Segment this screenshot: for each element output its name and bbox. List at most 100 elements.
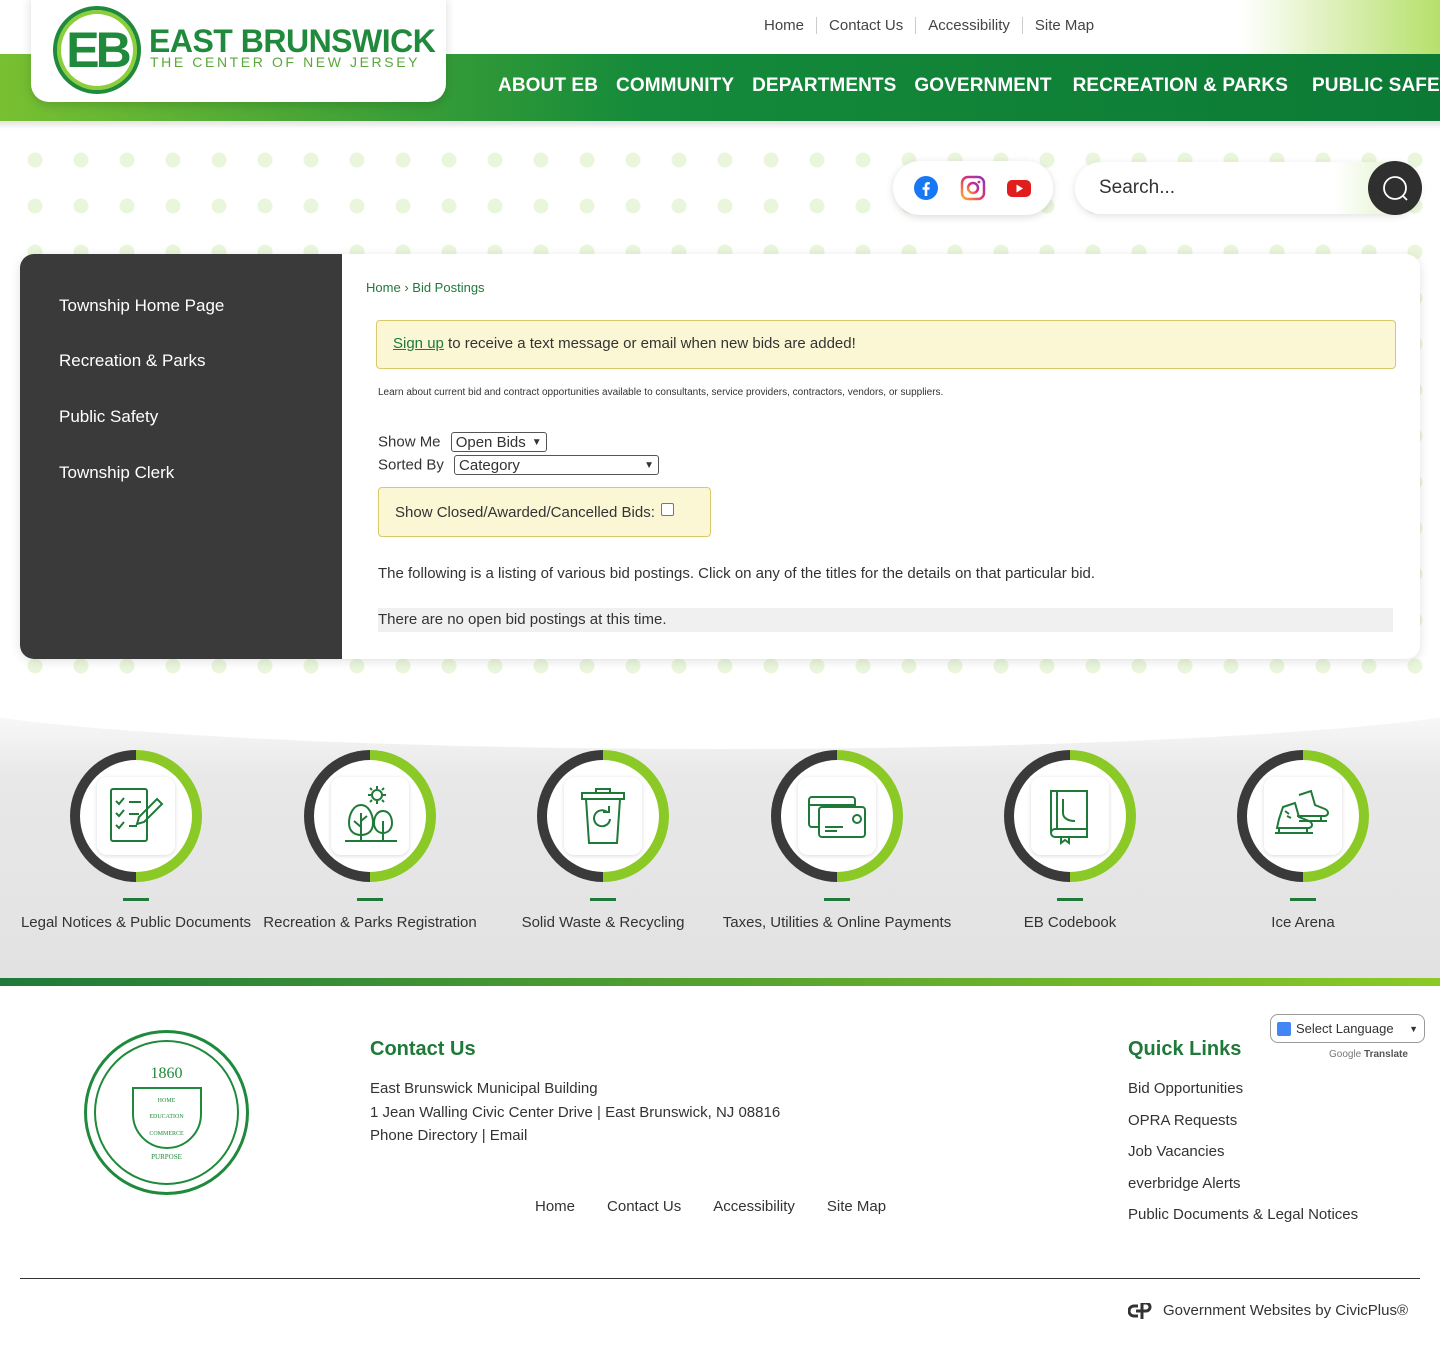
civicplus-text: Government Websites by CivicPlus® <box>1163 1302 1409 1319</box>
closed-bids-filter: Show Closed/Awarded/Cancelled Bids: <box>378 487 711 537</box>
book-icon <box>1050 790 1088 845</box>
ice-skates-icon <box>1275 789 1329 834</box>
footer-nav-sitemap[interactable]: Site Map <box>827 1198 886 1215</box>
sorted-by-label: Sorted By <box>378 456 444 474</box>
nav-community[interactable]: COMMUNITY <box>607 75 743 97</box>
civicplus-credit[interactable]: Government Websites by CivicPlus® <box>1128 1302 1408 1319</box>
footer-nav: Home Contact Us Accessibility Site Map <box>535 1198 918 1215</box>
footer-quick-links: Quick Links Bid Opportunities OPRA Reque… <box>1128 1038 1358 1231</box>
footer-phone-email[interactable]: Phone Directory | Email <box>370 1124 780 1148</box>
quick-icon-label: Recreation & Parks Registration <box>263 914 477 931</box>
listing-description: The following is a listing of various bi… <box>378 565 1096 582</box>
sidebar-item-public-safety[interactable]: Public Safety <box>59 407 158 427</box>
quick-link-bid-opportunities[interactable]: Bid Opportunities <box>1128 1073 1358 1105</box>
search-button[interactable] <box>1368 161 1422 215</box>
google-translate-credit[interactable]: Google Translate <box>1329 1049 1408 1060</box>
seal-year: 1860 <box>150 1064 183 1082</box>
util-nav-home[interactable]: Home <box>752 17 816 34</box>
quick-icon-legal-notices[interactable]: Legal Notices & Public Documents <box>19 750 253 932</box>
township-seal: 1860 HOME EDUCATION COMMERCE PURPOSE <box>84 1030 249 1195</box>
sidebar-item-township-clerk[interactable]: Township Clerk <box>59 463 174 483</box>
closed-bids-label: Show Closed/Awarded/Cancelled Bids: <box>395 504 655 521</box>
util-nav-accessibility[interactable]: Accessibility <box>915 17 1022 34</box>
show-me-label: Show Me <box>378 433 441 451</box>
chevron-down-icon: ▼ <box>644 459 655 471</box>
breadcrumb-current[interactable]: Bid Postings <box>412 280 484 295</box>
closed-bids-checkbox[interactable] <box>660 503 674 516</box>
quick-icon-label: Solid Waste & Recycling <box>521 914 685 931</box>
signup-alert: Sign up to receive a text message or ema… <box>376 320 1396 369</box>
quick-link-everbridge[interactable]: everbridge Alerts <box>1128 1168 1358 1200</box>
site-logo[interactable]: EB EAST BRUNSWICK THE CENTER OF NEW JERS… <box>31 0 446 102</box>
social-links <box>893 161 1053 215</box>
search-input[interactable]: Search... <box>1099 177 1175 199</box>
quick-icon-label: Taxes, Utilities & Online Payments <box>722 914 952 931</box>
logo-tagline: THE CENTER OF NEW JERSEY <box>150 54 421 70</box>
translate-label: Translate <box>1364 1049 1408 1060</box>
quick-icon-label: EB Codebook <box>1023 914 1117 931</box>
facebook-icon[interactable] <box>913 175 939 201</box>
sidebar: Township Home Page Recreation & Parks Pu… <box>20 254 342 659</box>
utility-nav: Home Contact Us Accessibility Site Map <box>752 17 1106 34</box>
show-me-row: Show Me Open Bids ▼ <box>378 432 547 452</box>
nav-departments[interactable]: DEPARTMENTS <box>743 75 905 97</box>
logo-mark: EB <box>53 6 141 94</box>
breadcrumb-home[interactable]: Home <box>366 280 401 295</box>
quick-icon-taxes-payments[interactable]: Taxes, Utilities & Online Payments <box>720 750 954 932</box>
quick-icon-recreation-registration[interactable]: Recreation & Parks Registration <box>253 750 487 932</box>
nav-about-eb[interactable]: ABOUT EB <box>489 75 607 97</box>
payment-card-icon <box>808 796 866 838</box>
breadcrumb-separator: › <box>404 280 409 295</box>
quick-icon-eb-codebook[interactable]: EB Codebook <box>953 750 1187 932</box>
footer-address: 1 Jean Walling Civic Center Drive | East… <box>370 1103 781 1121</box>
seal-text: COMMERCE <box>149 1131 184 1138</box>
instagram-icon[interactable] <box>960 175 986 201</box>
footer-rule <box>20 1278 1420 1279</box>
language-select-value: Select Language <box>1296 1021 1394 1036</box>
recycle-bin-icon <box>581 788 625 844</box>
sorted-by-row: Sorted By Category ▼ <box>378 455 660 475</box>
quick-link-public-documents[interactable]: Public Documents & Legal Notices <box>1128 1199 1358 1231</box>
trees-icon <box>345 786 397 842</box>
quick-icon-label: Legal Notices & Public Documents <box>20 914 252 931</box>
chevron-down-icon: ▼ <box>1409 1023 1418 1034</box>
nav-recreation-parks[interactable]: RECREATION & PARKS <box>1061 75 1300 97</box>
header-shadow <box>0 121 1440 129</box>
nav-public-safety[interactable]: PUBLIC SAFETY <box>1300 75 1440 97</box>
footer-contact-heading: Contact Us <box>370 1038 476 1060</box>
search-box: Search... <box>1075 161 1422 215</box>
youtube-icon[interactable] <box>1006 175 1032 201</box>
main-nav: ABOUT EB COMMUNITY DEPARTMENTS GOVERNMEN… <box>489 75 1440 97</box>
show-me-value: Open Bids <box>455 433 526 451</box>
sorted-by-value: Category <box>459 456 520 474</box>
content-card: Township Home Page Recreation & Parks Pu… <box>20 254 1420 659</box>
signup-link[interactable]: Sign up <box>393 335 444 352</box>
google-translate-icon <box>1277 1021 1291 1036</box>
util-nav-sitemap[interactable]: Site Map <box>1021 17 1106 34</box>
seal-shield: HOME EDUCATION COMMERCE <box>131 1086 202 1149</box>
footer-address-name: East Brunswick Municipal Building <box>370 1080 598 1097</box>
sidebar-item-township-home[interactable]: Township Home Page <box>59 296 224 316</box>
no-bids-message: There are no open bid postings at this t… <box>378 608 1393 632</box>
sorted-by-select[interactable]: Category ▼ <box>454 455 660 475</box>
footer-nav-home[interactable]: Home <box>535 1198 575 1215</box>
seal-text: EDUCATION <box>149 1114 184 1121</box>
civicplus-logo-icon <box>1128 1302 1152 1319</box>
breadcrumb: Home › Bid Postings <box>366 280 485 295</box>
util-nav-contact[interactable]: Contact Us <box>816 17 915 34</box>
sidebar-item-recreation-parks[interactable]: Recreation & Parks <box>59 351 205 371</box>
show-me-select[interactable]: Open Bids ▼ <box>450 432 547 452</box>
quick-icon-solid-waste[interactable]: Solid Waste & Recycling <box>486 750 720 932</box>
footer-nav-accessibility[interactable]: Accessibility <box>713 1198 795 1215</box>
quick-icon-ice-arena[interactable]: Ice Arena <box>1186 750 1420 932</box>
chevron-down-icon: ▼ <box>531 436 542 448</box>
footer-nav-contact[interactable]: Contact Us <box>607 1198 681 1215</box>
footer-contact: Contact Us East Brunswick Municipal Buil… <box>370 1038 780 1148</box>
alert-text: to receive a text message or email when … <box>443 335 856 352</box>
quick-link-opra[interactable]: OPRA Requests <box>1128 1105 1358 1137</box>
language-select[interactable]: Select Language ▼ <box>1270 1014 1425 1043</box>
quick-link-job-vacancies[interactable]: Job Vacancies <box>1128 1136 1358 1168</box>
footer-divider-bar <box>0 978 1440 986</box>
seal-text: HOME <box>157 1097 176 1104</box>
nav-government[interactable]: GOVERNMENT <box>905 75 1060 97</box>
